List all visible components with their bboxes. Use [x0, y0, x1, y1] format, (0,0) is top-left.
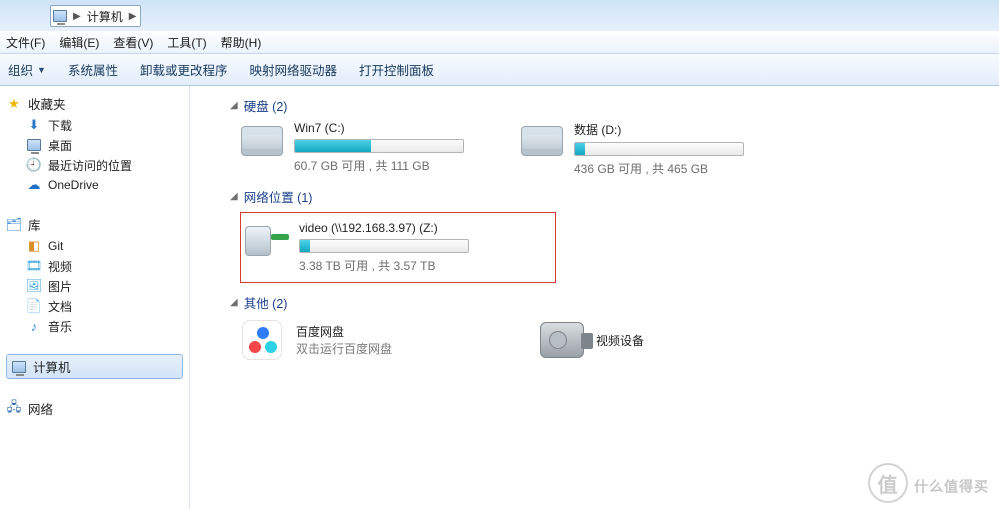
cloud-icon: ☁: [26, 177, 42, 193]
menu-file[interactable]: 文件(F): [6, 34, 45, 51]
nav-downloads[interactable]: ⬇ 下载: [6, 115, 189, 135]
nav-libraries[interactable]: 🗂 库: [6, 213, 189, 236]
collapse-icon: ◢: [230, 100, 238, 111]
baidu-title: 百度网盘: [296, 323, 392, 340]
drive-d-label: 数据 (D:): [574, 121, 760, 138]
address-bar[interactable]: ▶ 计算机 ▶: [50, 4, 141, 28]
cmd-uninstall-programs[interactable]: 卸载或更改程序: [140, 60, 228, 79]
hdd-icon: [520, 121, 564, 161]
music-icon: ♪: [26, 318, 42, 334]
baidu-icon: [240, 318, 284, 362]
menu-help[interactable]: 帮助(H): [221, 34, 262, 51]
computer-icon: [11, 359, 27, 375]
video-device-title: 视频设备: [596, 332, 644, 349]
hdd-icon: [240, 121, 284, 161]
drive-c-usage-bar: [294, 139, 464, 153]
drive-c[interactable]: Win7 (C:) 60.7 GB 可用 , 共 111 GB: [240, 121, 480, 177]
other-video-device[interactable]: 视频设备: [540, 318, 780, 362]
drive-z-label: video (\\192.168.3.97) (Z:): [299, 221, 485, 235]
highlighted-network-drive: video (\\192.168.3.97) (Z:) 3.38 TB 可用 ,…: [240, 212, 556, 283]
nav-music[interactable]: ♪ 音乐: [6, 316, 189, 336]
drive-z[interactable]: video (\\192.168.3.97) (Z:) 3.38 TB 可用 ,…: [245, 221, 485, 274]
git-icon: ◧: [26, 238, 42, 254]
nav-pictures[interactable]: 🖼 图片: [6, 276, 189, 296]
section-hard-drives[interactable]: ◢ 硬盘 (2): [230, 96, 989, 115]
recent-icon: 🕘: [26, 157, 42, 173]
nav-network[interactable]: 🖧 网络: [6, 397, 189, 420]
content-pane: ◢ 硬盘 (2) Win7 (C:) 60.7 GB 可用 , 共 111 GB…: [190, 86, 999, 509]
cmd-organize[interactable]: 组织▼: [8, 60, 46, 79]
camera-icon: [540, 318, 584, 362]
menu-edit[interactable]: 编辑(E): [59, 34, 99, 51]
network-drive-icon: [245, 221, 289, 261]
download-icon: ⬇: [26, 117, 42, 133]
collapse-icon: ◢: [230, 191, 238, 202]
nav-git[interactable]: ◧ Git: [6, 236, 189, 256]
other-baidu-netdisk[interactable]: 百度网盘 双击运行百度网盘: [240, 318, 480, 362]
desktop-icon: [26, 137, 42, 153]
baidu-sub: 双击运行百度网盘: [296, 340, 392, 357]
menu-view[interactable]: 查看(V): [113, 34, 153, 51]
library-icon: 🗂: [6, 217, 22, 233]
menubar: 文件(F) 编辑(E) 查看(V) 工具(T) 帮助(H): [0, 32, 999, 54]
address-location[interactable]: 计算机: [87, 8, 123, 25]
titlebar: ▶ 计算机 ▶: [0, 0, 999, 32]
cmd-map-network-drive[interactable]: 映射网络驱动器: [249, 60, 337, 79]
cmd-system-properties[interactable]: 系统属性: [68, 60, 118, 79]
watermark: 值什么值得买: [868, 463, 989, 503]
video-icon: 🎞: [26, 258, 42, 274]
drive-d-usage-text: 436 GB 可用 , 共 465 GB: [574, 160, 760, 177]
chevron-right-icon[interactable]: ▶: [73, 11, 81, 22]
network-icon: 🖧: [6, 401, 22, 417]
chevron-down-icon: ▼: [37, 65, 46, 75]
nav-desktop[interactable]: 桌面: [6, 135, 189, 155]
picture-icon: 🖼: [26, 278, 42, 294]
drive-c-usage-text: 60.7 GB 可用 , 共 111 GB: [294, 157, 480, 174]
nav-computer[interactable]: 计算机: [6, 354, 183, 379]
section-network-locations[interactable]: ◢ 网络位置 (1): [230, 187, 989, 206]
section-other[interactable]: ◢ 其他 (2): [230, 293, 989, 312]
nav-pane: ★ 收藏夹 ⬇ 下载 桌面 🕘 最近访问的位置 ☁ OneDrive 🗂: [0, 86, 190, 509]
cmd-open-control-panel[interactable]: 打开控制面板: [359, 60, 434, 79]
drive-d-usage-bar: [574, 142, 744, 156]
menu-tools[interactable]: 工具(T): [167, 34, 206, 51]
computer-icon: [53, 10, 67, 22]
collapse-icon: ◢: [230, 297, 238, 308]
drive-c-label: Win7 (C:): [294, 121, 480, 135]
command-bar: 组织▼ 系统属性 卸载或更改程序 映射网络驱动器 打开控制面板: [0, 54, 999, 86]
nav-recent[interactable]: 🕘 最近访问的位置: [6, 155, 189, 175]
nav-favorites[interactable]: ★ 收藏夹: [6, 92, 189, 115]
drive-z-usage-text: 3.38 TB 可用 , 共 3.57 TB: [299, 257, 485, 274]
document-icon: 📄: [26, 298, 42, 314]
watermark-icon: 值: [868, 463, 908, 503]
nav-onedrive[interactable]: ☁ OneDrive: [6, 175, 189, 195]
drive-d[interactable]: 数据 (D:) 436 GB 可用 , 共 465 GB: [520, 121, 760, 177]
nav-documents[interactable]: 📄 文档: [6, 296, 189, 316]
nav-videos[interactable]: 🎞 视频: [6, 256, 189, 276]
star-icon: ★: [6, 96, 22, 112]
drive-z-usage-bar: [299, 239, 469, 253]
chevron-right-icon[interactable]: ▶: [129, 11, 137, 22]
